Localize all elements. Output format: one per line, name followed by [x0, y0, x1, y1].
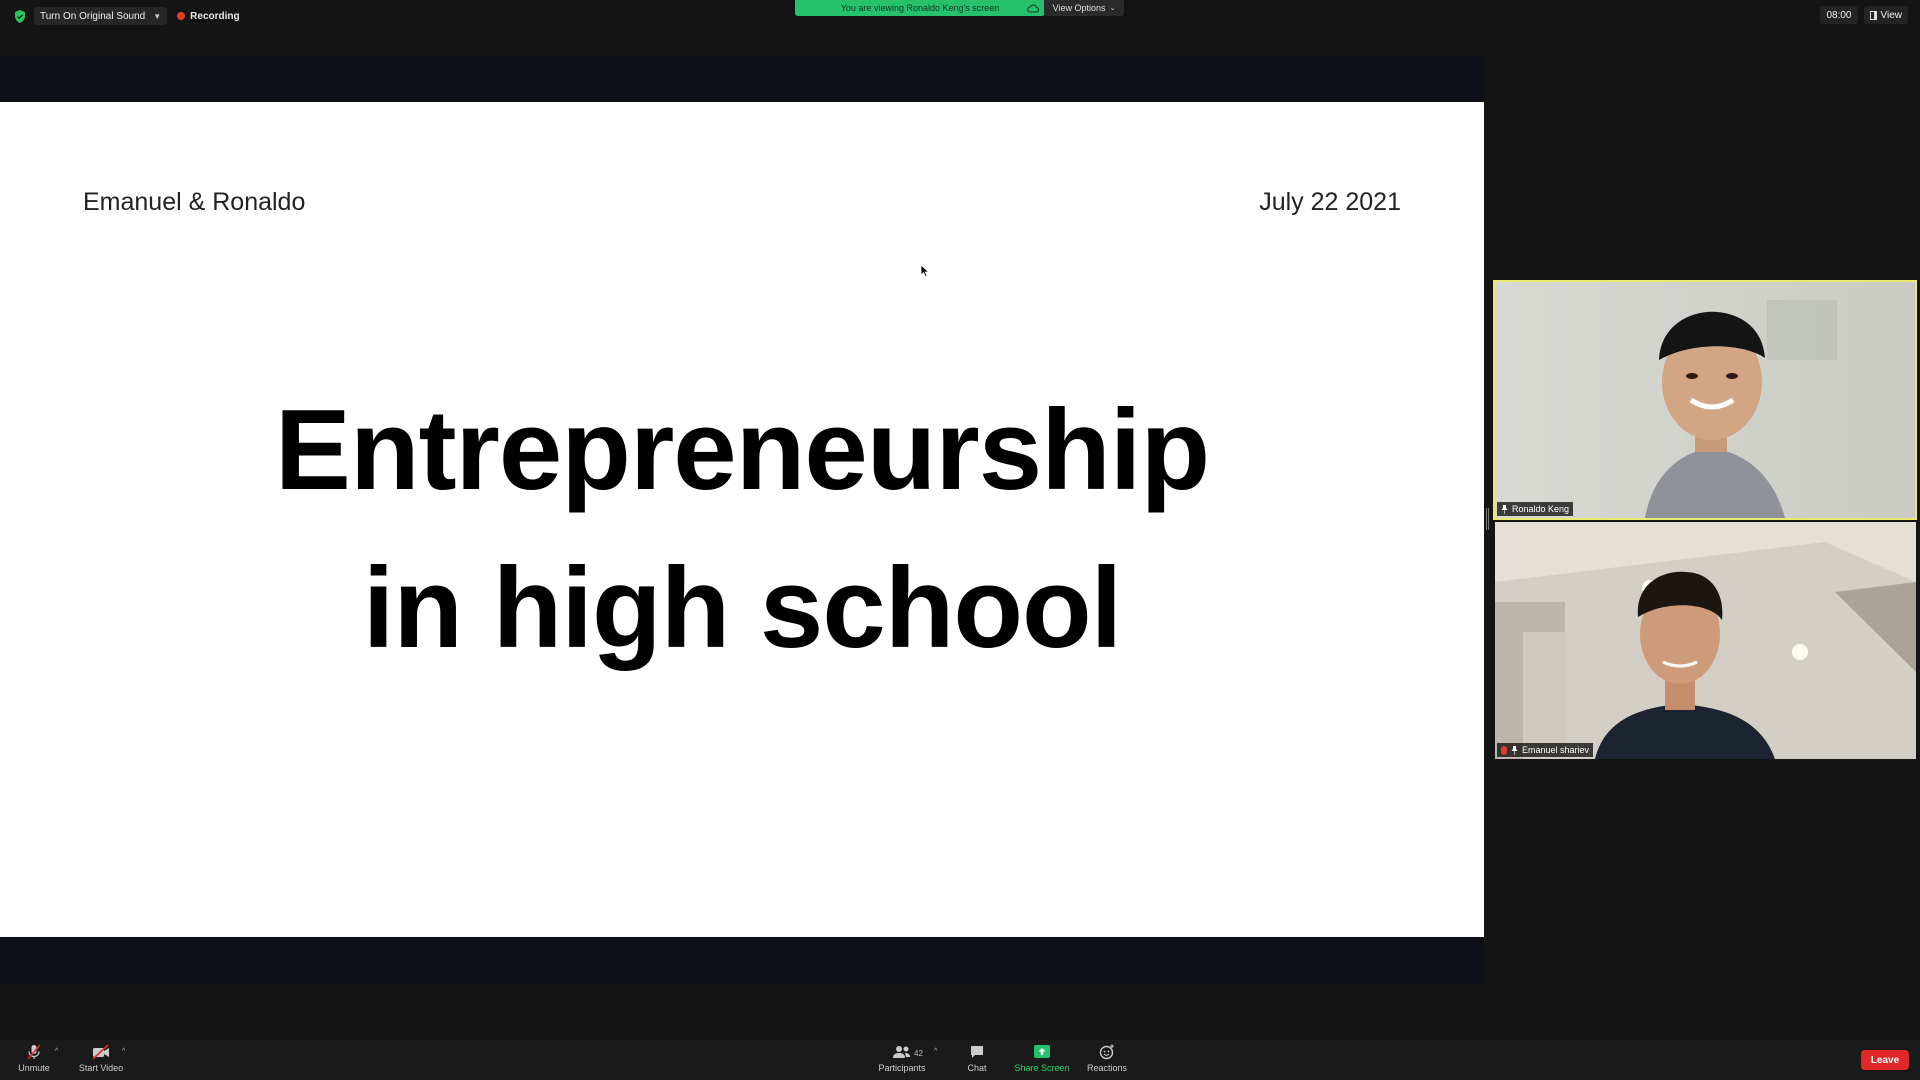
chevron-down-icon: ⌄ [1109, 5, 1116, 12]
share-screen-label: Share Screen [1014, 1063, 1070, 1073]
chat-label: Chat [967, 1063, 987, 1073]
start-video-label: Start Video [78, 1063, 124, 1073]
participants-count: 42 [914, 1049, 923, 1058]
cursor-icon [920, 264, 930, 278]
video-off-icon [92, 1044, 109, 1060]
participant-name-tag: Ronaldo Keng [1497, 502, 1574, 516]
participant-name: Emanuel shariev [1522, 745, 1590, 755]
chat-icon [971, 1046, 983, 1058]
meeting-toolbar: Unmute ^ Start Video ^ Participants 42 ^ [0, 1040, 1920, 1080]
pin-icon [1511, 745, 1518, 755]
top-left-controls: Turn On Original Sound ▼ Recording [12, 6, 240, 26]
slide-title-line-2: in high school [362, 545, 1123, 672]
reactions-icon [1099, 1044, 1114, 1060]
slide-date: July 22 2021 [1259, 188, 1401, 216]
participants-label: Participants [878, 1063, 926, 1073]
slide-title: Entrepreneurship in high school [0, 372, 1484, 688]
pin-icon [1501, 504, 1508, 514]
recording-indicator[interactable]: Recording [177, 10, 240, 22]
panel-resize-handle[interactable] [1486, 508, 1489, 530]
participant-name: Ronaldo Keng [1512, 504, 1570, 514]
slide-authors: Emanuel & Ronaldo [83, 188, 306, 216]
mic-off-icon [1501, 745, 1507, 755]
video-tile-emanuel[interactable]: Emanuel shariev [1495, 522, 1916, 759]
view-options-label: View Options [1052, 3, 1106, 13]
presentation-slide: Emanuel & Ronaldo July 22 2021 Entrepren… [0, 102, 1484, 937]
unmute-label: Unmute [18, 1063, 50, 1073]
share-screen-button[interactable]: Share Screen [1012, 1044, 1072, 1078]
original-sound-button[interactable]: Turn On Original Sound ▼ [34, 7, 168, 25]
meeting-timer: 08:00 [1820, 6, 1858, 24]
recording-label: Recording [190, 10, 240, 22]
leave-button[interactable]: Leave [1861, 1050, 1909, 1070]
view-icon [1869, 10, 1877, 20]
unmute-button[interactable]: Unmute [16, 1044, 52, 1078]
share-screen-icon [1034, 1045, 1050, 1058]
mic-off-icon [27, 1044, 41, 1060]
video-tile-ronaldo[interactable]: Ronaldo Keng [1493, 280, 1917, 520]
zoom-meeting-window: Turn On Original Sound ▼ Recording You a… [0, 0, 1920, 1080]
record-dot-icon [177, 12, 186, 20]
view-button[interactable]: View [1863, 6, 1908, 24]
share-banner-text: You are viewing Ronaldo Keng's screen [840, 3, 1000, 13]
share-banner: You are viewing Ronaldo Keng's screen [795, 0, 1045, 16]
cloud-icon [1027, 4, 1039, 13]
chat-button[interactable]: Chat [960, 1044, 994, 1078]
participant-video [1495, 522, 1916, 759]
participant-video [1495, 282, 1915, 518]
shield-icon[interactable] [12, 8, 28, 24]
participants-icon [893, 1046, 910, 1058]
caret-up-icon[interactable]: ^ [55, 1048, 58, 1055]
view-options-button[interactable]: View Options ⌄ [1044, 0, 1124, 16]
start-video-button[interactable]: Start Video [76, 1044, 126, 1078]
caret-up-icon[interactable]: ^ [122, 1048, 125, 1055]
caret-up-icon[interactable]: ^ [934, 1048, 937, 1055]
top-right-controls: 08:00 View [1820, 6, 1908, 24]
participant-name-tag: Emanuel shariev [1497, 743, 1594, 757]
reactions-button[interactable]: Reactions [1084, 1044, 1130, 1078]
reactions-label: Reactions [1086, 1063, 1128, 1073]
original-sound-label: Turn On Original Sound [40, 10, 146, 22]
slide-title-line-1: Entrepreneurship [274, 387, 1210, 514]
caret-down-icon[interactable]: ▼ [153, 12, 161, 21]
view-label: View [1880, 9, 1903, 21]
